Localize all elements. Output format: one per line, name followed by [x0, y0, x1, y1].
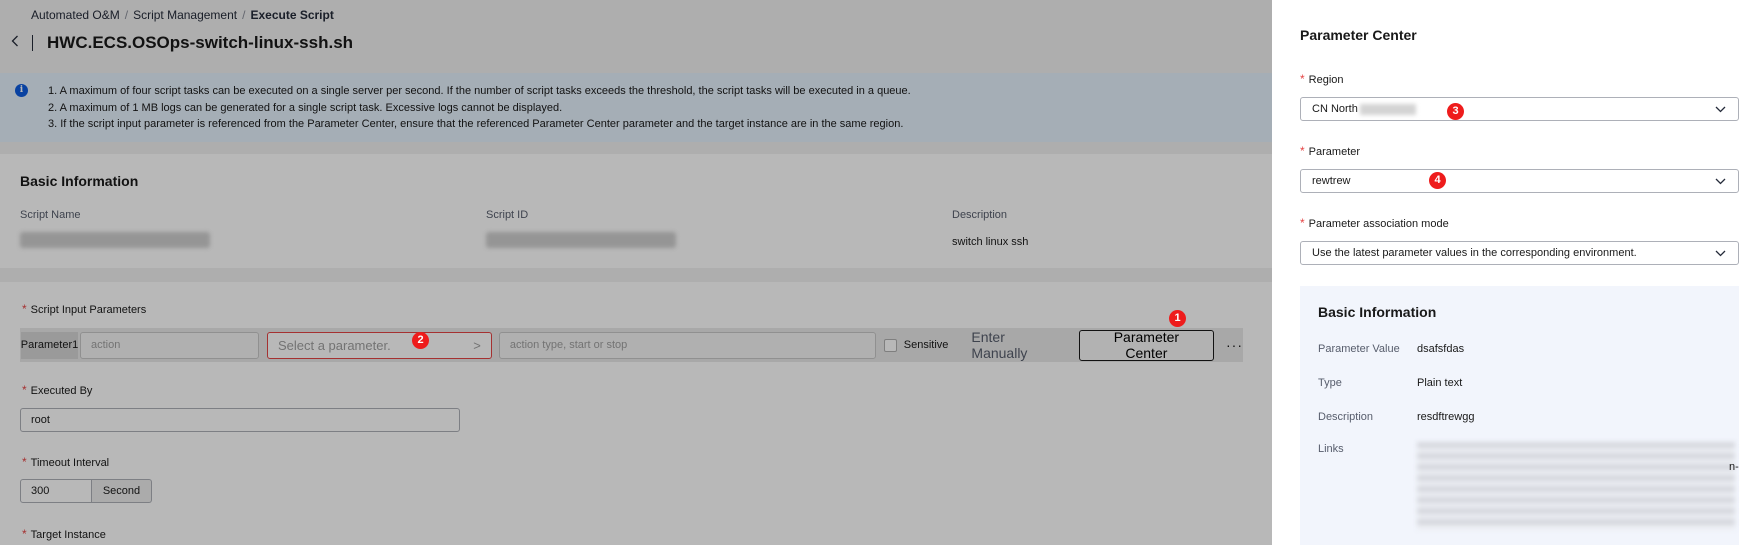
association-mode-label: * Parameter association mode — [1300, 216, 1449, 230]
chevron-down-icon — [1715, 246, 1726, 260]
association-mode-value: Use the latest parameter values in the c… — [1312, 247, 1637, 259]
parameter-select-drawer[interactable]: rewtrew — [1300, 169, 1739, 193]
region-value: CN North — [1312, 103, 1358, 115]
step-badge-2: 2 — [412, 332, 429, 349]
chevron-down-icon — [1715, 174, 1726, 188]
parameter-basic-info-panel: Basic Information Parameter Value dsafsf… — [1300, 286, 1739, 545]
parameter-value-text: dsafsfdas — [1417, 343, 1465, 355]
links-label: Links — [1318, 443, 1344, 455]
type-label: Type — [1318, 377, 1342, 389]
step-badge-4: 4 — [1429, 172, 1446, 189]
step-badge-1: 1 — [1169, 310, 1186, 327]
parameter-value: rewtrew — [1312, 175, 1351, 187]
links-value-redacted — [1417, 442, 1735, 530]
region-value-redacted — [1359, 103, 1416, 115]
links-value-suffix: n- — [1729, 461, 1739, 473]
description-value-drawer: resdftrewgg — [1417, 411, 1475, 423]
drawer-title: Parameter Center — [1300, 27, 1417, 43]
region-label-text: Region — [1308, 74, 1344, 86]
parameter-label: * Parameter — [1300, 144, 1360, 158]
type-value: Plain text — [1417, 377, 1463, 389]
region-select[interactable]: CN North — [1300, 97, 1739, 121]
association-mode-select[interactable]: Use the latest parameter values in the c… — [1300, 241, 1739, 265]
required-mark: * — [1300, 216, 1305, 230]
parameter-center-drawer: Parameter Center * Region CN North * Param… — [1272, 0, 1747, 545]
description-label-drawer: Description — [1318, 411, 1374, 423]
chevron-down-icon — [1715, 102, 1726, 116]
parameter-value-label: Parameter Value — [1318, 343, 1400, 355]
parameter-label-text: Parameter — [1308, 146, 1361, 158]
step-badge-3: 3 — [1447, 103, 1464, 120]
required-mark: * — [1300, 144, 1305, 158]
required-mark: * — [1300, 72, 1305, 86]
region-label: * Region — [1300, 72, 1344, 86]
modal-overlay[interactable] — [0, 0, 1272, 545]
association-mode-label-text: Parameter association mode — [1308, 218, 1449, 230]
info-panel-title: Basic Information — [1318, 304, 1437, 320]
